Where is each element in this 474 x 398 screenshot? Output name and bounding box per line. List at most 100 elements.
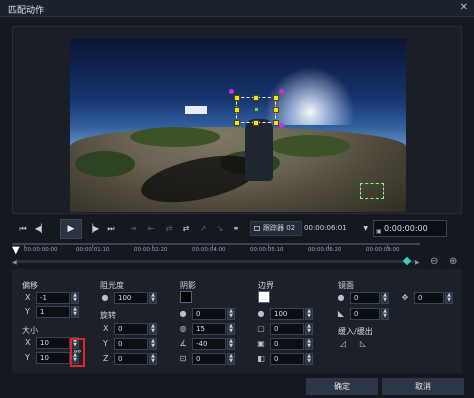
- shadow-distance-spinner[interactable]: ▲ ▼: [227, 353, 235, 365]
- link-icon[interactable]: ⚭: [227, 221, 245, 237]
- offset-label: 偏移: [22, 281, 38, 290]
- shadow-opacity-input[interactable]: 0: [192, 308, 226, 320]
- shadow-angle-spinner[interactable]: ▲ ▼: [227, 338, 235, 350]
- opacity-spinner[interactable]: ▲ ▼: [149, 292, 157, 304]
- tracker-timecode[interactable]: 00:00:06:01 ▼: [304, 221, 368, 236]
- scroll-left-icon[interactable]: ◀: [12, 259, 17, 266]
- scroll-right-icon[interactable]: ▶: [415, 259, 420, 266]
- rotation-x-label: X: [103, 324, 109, 333]
- ease-out-icon[interactable]: ◺: [358, 339, 368, 348]
- rotate-handle[interactable]: [279, 123, 284, 128]
- play-button[interactable]: ▶: [60, 219, 82, 239]
- mirror-opacity-icon: ●: [337, 293, 345, 302]
- mirror-gradient-input[interactable]: 0: [350, 308, 380, 320]
- resize-handle[interactable]: [273, 107, 279, 113]
- chevron-down-icon[interactable]: ▼: [363, 221, 368, 236]
- current-timecode-field[interactable]: ▣ 0:00:00:00: [373, 220, 447, 237]
- playback-controls: ⏮ ◀▏ ▶ ▕▶ ⏭ ⇥ ⇤ ⇄ ⇄ ↗ ↘ ⚭ 跟踪器 02 00:00:0…: [12, 218, 462, 240]
- shadow-opacity-spinner[interactable]: ▲ ▼: [227, 308, 235, 320]
- tracker-icon: [254, 226, 260, 231]
- border-corner-input[interactable]: 0: [270, 338, 304, 350]
- border-opacity-spinner[interactable]: ▲ ▼: [305, 308, 313, 320]
- rotation-label: 旋转: [100, 311, 116, 320]
- size-label: 大小: [22, 326, 38, 335]
- border-width-input[interactable]: 0: [270, 323, 304, 335]
- offset-x-spinner[interactable]: ▲ ▼: [71, 292, 79, 304]
- offset-y-spinner[interactable]: ▲ ▼: [71, 306, 79, 318]
- rotation-z-spinner[interactable]: ▲ ▼: [149, 353, 157, 365]
- timeline-scrollbar[interactable]: [16, 260, 416, 263]
- zoom-out-icon[interactable]: ⊖: [430, 256, 438, 267]
- tracker-point-box[interactable]: [360, 183, 384, 199]
- rotate-handle[interactable]: [229, 89, 234, 94]
- rotation-y-spinner[interactable]: ▲ ▼: [149, 338, 157, 350]
- title-bar: 匹配动作 ✕: [0, 0, 474, 17]
- size-y-input[interactable]: 10: [36, 352, 70, 364]
- tracker-select[interactable]: 跟踪器 02: [250, 221, 302, 236]
- timeline-ruler[interactable]: 00:00:00:00 00:00:01:10 00:00:02:20 00:0…: [12, 243, 420, 267]
- rotation-x-spinner[interactable]: ▲ ▼: [149, 323, 157, 335]
- mirror-gradient-spinner[interactable]: ▲ ▼: [381, 308, 389, 320]
- track-tool-icon[interactable]: ⇄: [160, 221, 178, 237]
- track-tool-icon[interactable]: ⇥: [124, 221, 142, 237]
- resize-handle[interactable]: [234, 120, 240, 126]
- playhead[interactable]: ▼: [12, 246, 22, 256]
- resize-handle[interactable]: [273, 95, 279, 101]
- mirror-opacity-spinner[interactable]: ▲ ▼: [381, 292, 389, 304]
- resize-handle[interactable]: [234, 95, 240, 101]
- tracker-time-label: 00:00:06:01: [304, 224, 347, 232]
- video-preview[interactable]: [70, 39, 406, 212]
- ease-in-icon[interactable]: ◿: [338, 339, 348, 348]
- opacity-label: 阻光度: [100, 281, 124, 290]
- zoom-in-icon[interactable]: ⊕: [449, 256, 457, 267]
- rotation-z-input[interactable]: 0: [114, 353, 148, 365]
- offset-x-input[interactable]: -1: [36, 292, 70, 304]
- aspect-lock-button[interactable]: ⚯: [70, 338, 85, 367]
- border-width-icon: ▢: [257, 324, 265, 333]
- mirror-distance-spinner[interactable]: ▲ ▼: [445, 292, 453, 304]
- border-width-spinner[interactable]: ▲ ▼: [305, 323, 313, 335]
- border-opacity-input[interactable]: 100: [270, 308, 304, 320]
- close-icon[interactable]: ✕: [460, 2, 468, 13]
- rotate-handle[interactable]: [279, 89, 284, 94]
- mirror-opacity-input[interactable]: 0: [350, 292, 380, 304]
- video-person: [245, 119, 273, 181]
- ok-button[interactable]: 确定: [306, 378, 378, 395]
- size-x-input[interactable]: 10: [36, 337, 70, 349]
- cancel-button[interactable]: 取消: [382, 378, 464, 395]
- video-bush: [75, 151, 135, 177]
- window-title: 匹配动作: [8, 6, 45, 16]
- resize-handle[interactable]: [234, 107, 240, 113]
- tracker-select-label: 跟踪器 02: [263, 224, 296, 232]
- center-handle[interactable]: [254, 107, 259, 112]
- border-blur-input[interactable]: 0: [270, 353, 304, 365]
- timeline-tick-label: 00:00:08:00: [366, 247, 400, 253]
- resize-handle[interactable]: [253, 95, 259, 101]
- shadow-distance-input[interactable]: 0: [192, 353, 226, 365]
- resize-handle[interactable]: [253, 120, 259, 126]
- previous-frame-icon[interactable]: ◀▏: [32, 221, 50, 237]
- border-color-swatch[interactable]: [258, 291, 270, 303]
- shadow-angle-input[interactable]: -40: [192, 338, 226, 350]
- track-tool-icon[interactable]: ↗: [194, 221, 212, 237]
- shadow-blur-input[interactable]: 15: [192, 323, 226, 335]
- timeline-tick-label: 00:00:01:10: [76, 247, 110, 253]
- opacity-input[interactable]: 100: [114, 292, 148, 304]
- swap-icon[interactable]: ⇄: [177, 221, 195, 237]
- rotation-x-input[interactable]: 0: [114, 323, 148, 335]
- rotation-y-input[interactable]: 0: [114, 338, 148, 350]
- track-tool-icon[interactable]: ⇤: [142, 221, 160, 237]
- offset-y-label: Y: [25, 307, 30, 316]
- mirror-distance-input[interactable]: 0: [414, 292, 444, 304]
- offset-y-input[interactable]: 1: [36, 306, 70, 318]
- shadow-blur-spinner[interactable]: ▲ ▼: [227, 323, 235, 335]
- shadow-color-swatch[interactable]: [180, 291, 192, 303]
- go-to-end-icon[interactable]: ⏭: [102, 221, 120, 237]
- go-to-start-icon[interactable]: ⏮: [14, 221, 32, 237]
- border-blur-spinner[interactable]: ▲ ▼: [305, 353, 313, 365]
- video-bush: [130, 127, 220, 147]
- border-corner-spinner[interactable]: ▲ ▼: [305, 338, 313, 350]
- next-frame-icon[interactable]: ▕▶: [84, 221, 102, 237]
- keyframe-marker[interactable]: [402, 256, 412, 266]
- timeline-tick-label: 00:00:04:00: [192, 247, 226, 253]
